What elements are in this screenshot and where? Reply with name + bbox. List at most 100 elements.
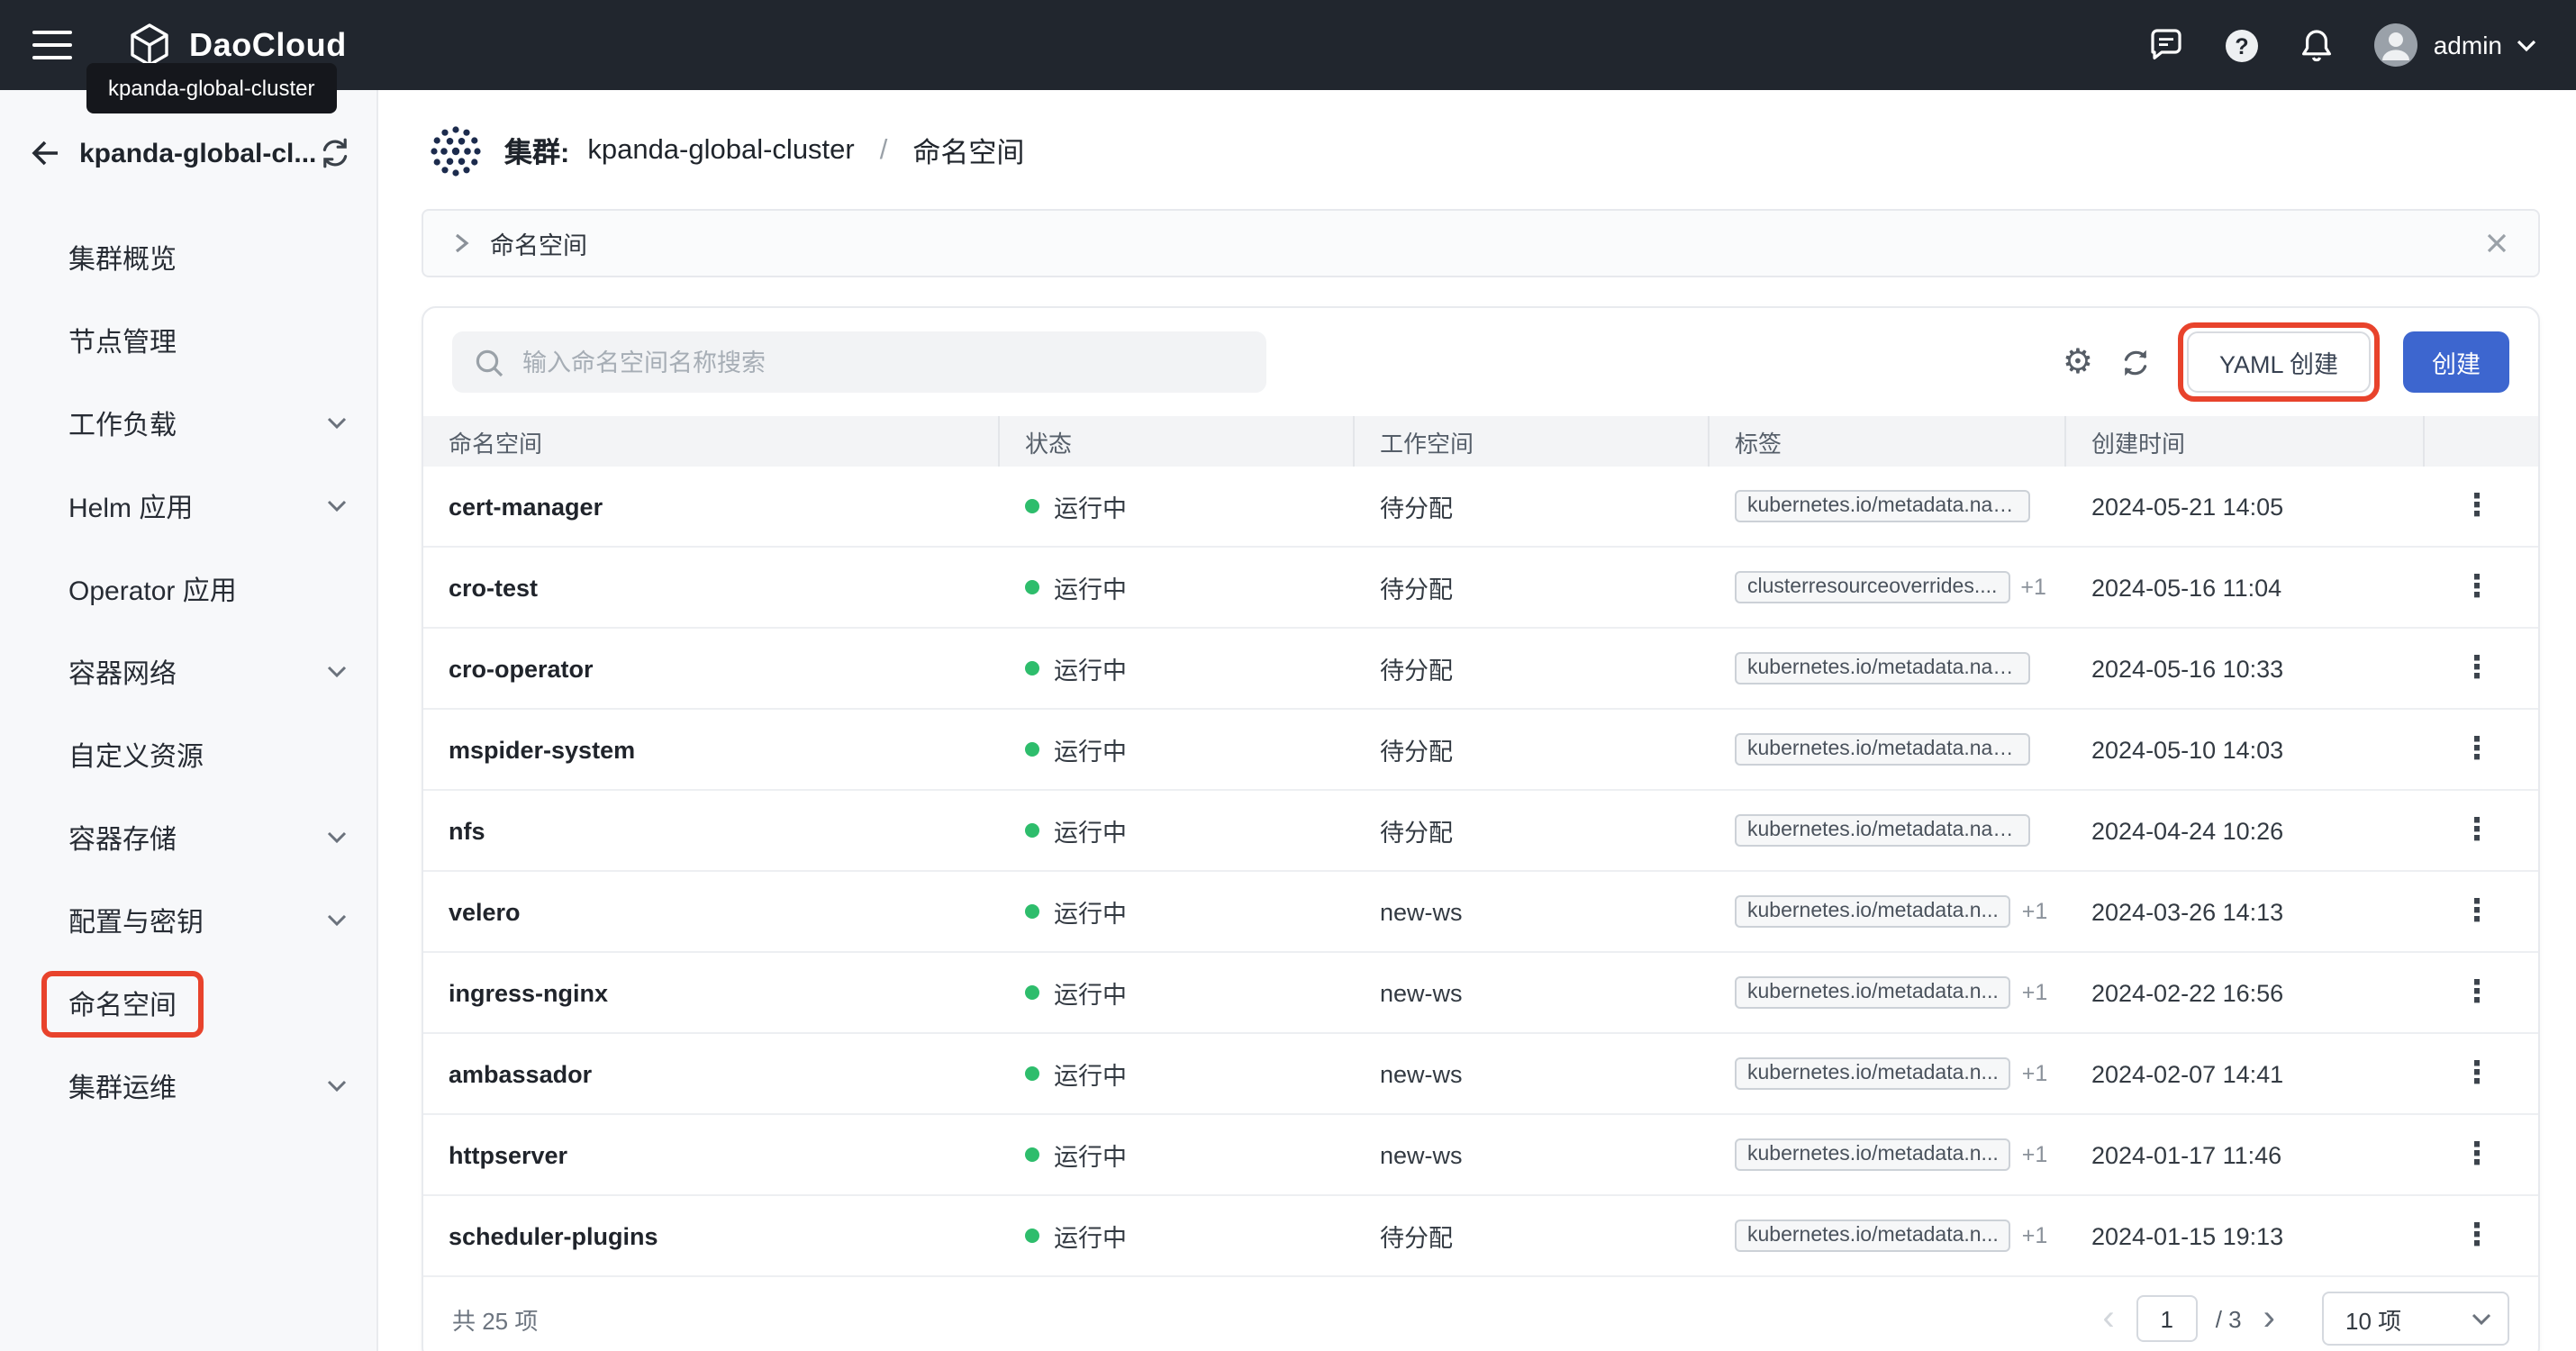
label-extra: +1 bbox=[2020, 575, 2046, 600]
created-time: 2024-03-26 14:13 bbox=[2091, 898, 2283, 925]
sidebar-item[interactable]: 容器网络 bbox=[0, 630, 376, 713]
column-header-actions bbox=[2425, 416, 2538, 467]
row-actions-button[interactable]: ⋮ bbox=[2455, 1137, 2499, 1173]
sidebar-item[interactable]: 集群概览 bbox=[0, 216, 376, 299]
namespace-name[interactable]: velero bbox=[449, 898, 521, 925]
namespace-name[interactable]: cert-manager bbox=[449, 493, 603, 520]
row-actions-button[interactable]: ⋮ bbox=[2455, 1056, 2499, 1092]
status-text: 运行中 bbox=[1054, 731, 1127, 767]
settings-gear-button[interactable]: ⚙ bbox=[2063, 345, 2093, 379]
table-toolbar: ⚙ YAML 创建 创建 bbox=[423, 308, 2538, 416]
table-row: mspider-system 运行中 待分配 kubernetes.io/met… bbox=[423, 710, 2538, 791]
namespace-name[interactable]: mspider-system bbox=[449, 736, 635, 763]
label-extra: +1 bbox=[2022, 899, 2048, 924]
namespace-name[interactable]: scheduler-plugins bbox=[449, 1222, 658, 1249]
avatar bbox=[2372, 22, 2419, 68]
status-text: 运行中 bbox=[1054, 1137, 1127, 1173]
switch-cluster-icon[interactable] bbox=[319, 137, 351, 169]
chevron-down-icon bbox=[2472, 1312, 2491, 1325]
sidebar-item[interactable]: 容器存储 bbox=[0, 796, 376, 879]
label-chip: kubernetes.io/metadata.n... bbox=[1735, 976, 2011, 1009]
yaml-create-button[interactable]: YAML 创建 bbox=[2187, 331, 2371, 393]
status-dot-icon bbox=[1025, 1066, 1039, 1081]
sidebar-item[interactable]: 命名空间 bbox=[0, 962, 376, 1045]
status-dot-icon bbox=[1025, 823, 1039, 838]
pagination: ‹ / 3 › 10 项 bbox=[2099, 1292, 2509, 1346]
column-header-labels: 标签 bbox=[1710, 416, 2066, 467]
table-header: 命名空间 状态 工作空间 标签 创建时间 bbox=[423, 416, 2538, 467]
sidebar-item[interactable]: Helm 应用 bbox=[0, 465, 376, 548]
page-size-select[interactable]: 10 项 bbox=[2322, 1292, 2509, 1346]
search-box bbox=[452, 331, 1266, 393]
table-row: scheduler-plugins 运行中 待分配 kubernetes.io/… bbox=[423, 1196, 2538, 1277]
main-content: 集群: kpanda-global-cluster / 命名空间 命名空间 ⚙ bbox=[378, 90, 2576, 1351]
row-actions-button[interactable]: ⋮ bbox=[2455, 893, 2499, 929]
workspace-text: new-ws bbox=[1380, 979, 1463, 1006]
help-icon[interactable]: ? bbox=[2223, 26, 2261, 64]
status-text: 运行中 bbox=[1054, 893, 1127, 929]
sidebar-item[interactable]: 配置与密钥 bbox=[0, 879, 376, 962]
sidebar-item[interactable]: 工作负载 bbox=[0, 382, 376, 465]
row-actions-button[interactable]: ⋮ bbox=[2455, 1218, 2499, 1254]
row-actions-button[interactable]: ⋮ bbox=[2455, 488, 2499, 524]
back-button[interactable] bbox=[29, 137, 61, 169]
notifications-bell-icon[interactable] bbox=[2299, 26, 2335, 64]
collapse-panel-header[interactable]: 命名空间 bbox=[422, 209, 2540, 277]
label-extra: +1 bbox=[2022, 1142, 2048, 1167]
search-input[interactable] bbox=[519, 347, 1245, 377]
table-row: nfs 运行中 待分配 kubernetes.io/metadata.nam..… bbox=[423, 791, 2538, 872]
namespace-name[interactable]: nfs bbox=[449, 817, 485, 844]
hamburger-menu-button[interactable] bbox=[32, 31, 72, 59]
status-text: 运行中 bbox=[1054, 569, 1127, 605]
row-actions-button[interactable]: ⋮ bbox=[2455, 650, 2499, 686]
sidebar-item-label: 容器存储 bbox=[68, 819, 177, 857]
sidebar-item-label: 集群运维 bbox=[68, 1067, 177, 1105]
page-size-value: 10 项 bbox=[2345, 1301, 2472, 1336]
sidebar-item-label: 工作负载 bbox=[68, 404, 177, 442]
next-page-button[interactable]: › bbox=[2260, 1301, 2279, 1337]
prev-page-button[interactable]: ‹ bbox=[2099, 1301, 2118, 1337]
panel-title: 命名空间 bbox=[490, 225, 587, 261]
cluster-name[interactable]: kpanda-global-cluster bbox=[587, 135, 854, 168]
namespace-name[interactable]: httpserver bbox=[449, 1141, 567, 1168]
row-actions-button[interactable]: ⋮ bbox=[2455, 731, 2499, 767]
workspace-text: new-ws bbox=[1380, 898, 1463, 925]
refresh-button[interactable] bbox=[2120, 347, 2151, 377]
table-footer: 共 25 项 ‹ / 3 › 10 项 bbox=[423, 1277, 2538, 1351]
namespace-name[interactable]: cro-test bbox=[449, 574, 538, 601]
sidebar-item[interactable]: 节点管理 bbox=[0, 299, 376, 382]
row-actions-button[interactable]: ⋮ bbox=[2455, 569, 2499, 605]
column-header-namespace: 命名空间 bbox=[423, 416, 1000, 467]
page-input[interactable] bbox=[2136, 1295, 2198, 1342]
sidebar-menu: 集群概览 节点管理 工作负载 Helm 应用 Operator 应用 容器网络 … bbox=[0, 216, 376, 1128]
table-row: cro-test 运行中 待分配 clusterresourceoverride… bbox=[423, 548, 2538, 629]
row-actions-button[interactable]: ⋮ bbox=[2455, 812, 2499, 848]
namespace-name[interactable]: ambassador bbox=[449, 1060, 592, 1087]
label-chip: kubernetes.io/metadata.nam... bbox=[1735, 652, 2030, 685]
status-text: 运行中 bbox=[1054, 1056, 1127, 1092]
workspace-text: 待分配 bbox=[1380, 812, 1453, 848]
namespace-name[interactable]: ingress-nginx bbox=[449, 979, 608, 1006]
label-chip: clusterresourceoverrides.... bbox=[1735, 571, 2009, 603]
close-icon[interactable] bbox=[2484, 231, 2509, 256]
sidebar-item-label: 命名空间 bbox=[68, 984, 177, 1022]
sidebar-item-label: 节点管理 bbox=[68, 322, 177, 359]
brand-logo: DaoCloud bbox=[126, 22, 347, 68]
sidebar-item[interactable]: Operator 应用 bbox=[0, 548, 376, 630]
created-time: 2024-04-24 10:26 bbox=[2091, 817, 2283, 844]
workspace-text: 待分配 bbox=[1380, 569, 1453, 605]
row-actions-button[interactable]: ⋮ bbox=[2455, 975, 2499, 1011]
status-text: 运行中 bbox=[1054, 975, 1127, 1011]
chevron-down-icon bbox=[326, 665, 348, 679]
user-menu[interactable]: admin bbox=[2372, 22, 2536, 68]
workspace-text: new-ws bbox=[1380, 1060, 1463, 1087]
label-extra: +1 bbox=[2022, 980, 2048, 1005]
sidebar-item[interactable]: 集群运维 bbox=[0, 1045, 376, 1128]
chevron-down-icon bbox=[326, 830, 348, 845]
chat-icon[interactable] bbox=[2147, 27, 2185, 63]
sidebar-item-label: 集群概览 bbox=[68, 239, 177, 277]
namespace-name[interactable]: cro-operator bbox=[449, 655, 594, 682]
create-button[interactable]: 创建 bbox=[2403, 331, 2509, 393]
sidebar-item-label: Operator 应用 bbox=[68, 570, 237, 608]
sidebar-item[interactable]: 自定义资源 bbox=[0, 713, 376, 796]
